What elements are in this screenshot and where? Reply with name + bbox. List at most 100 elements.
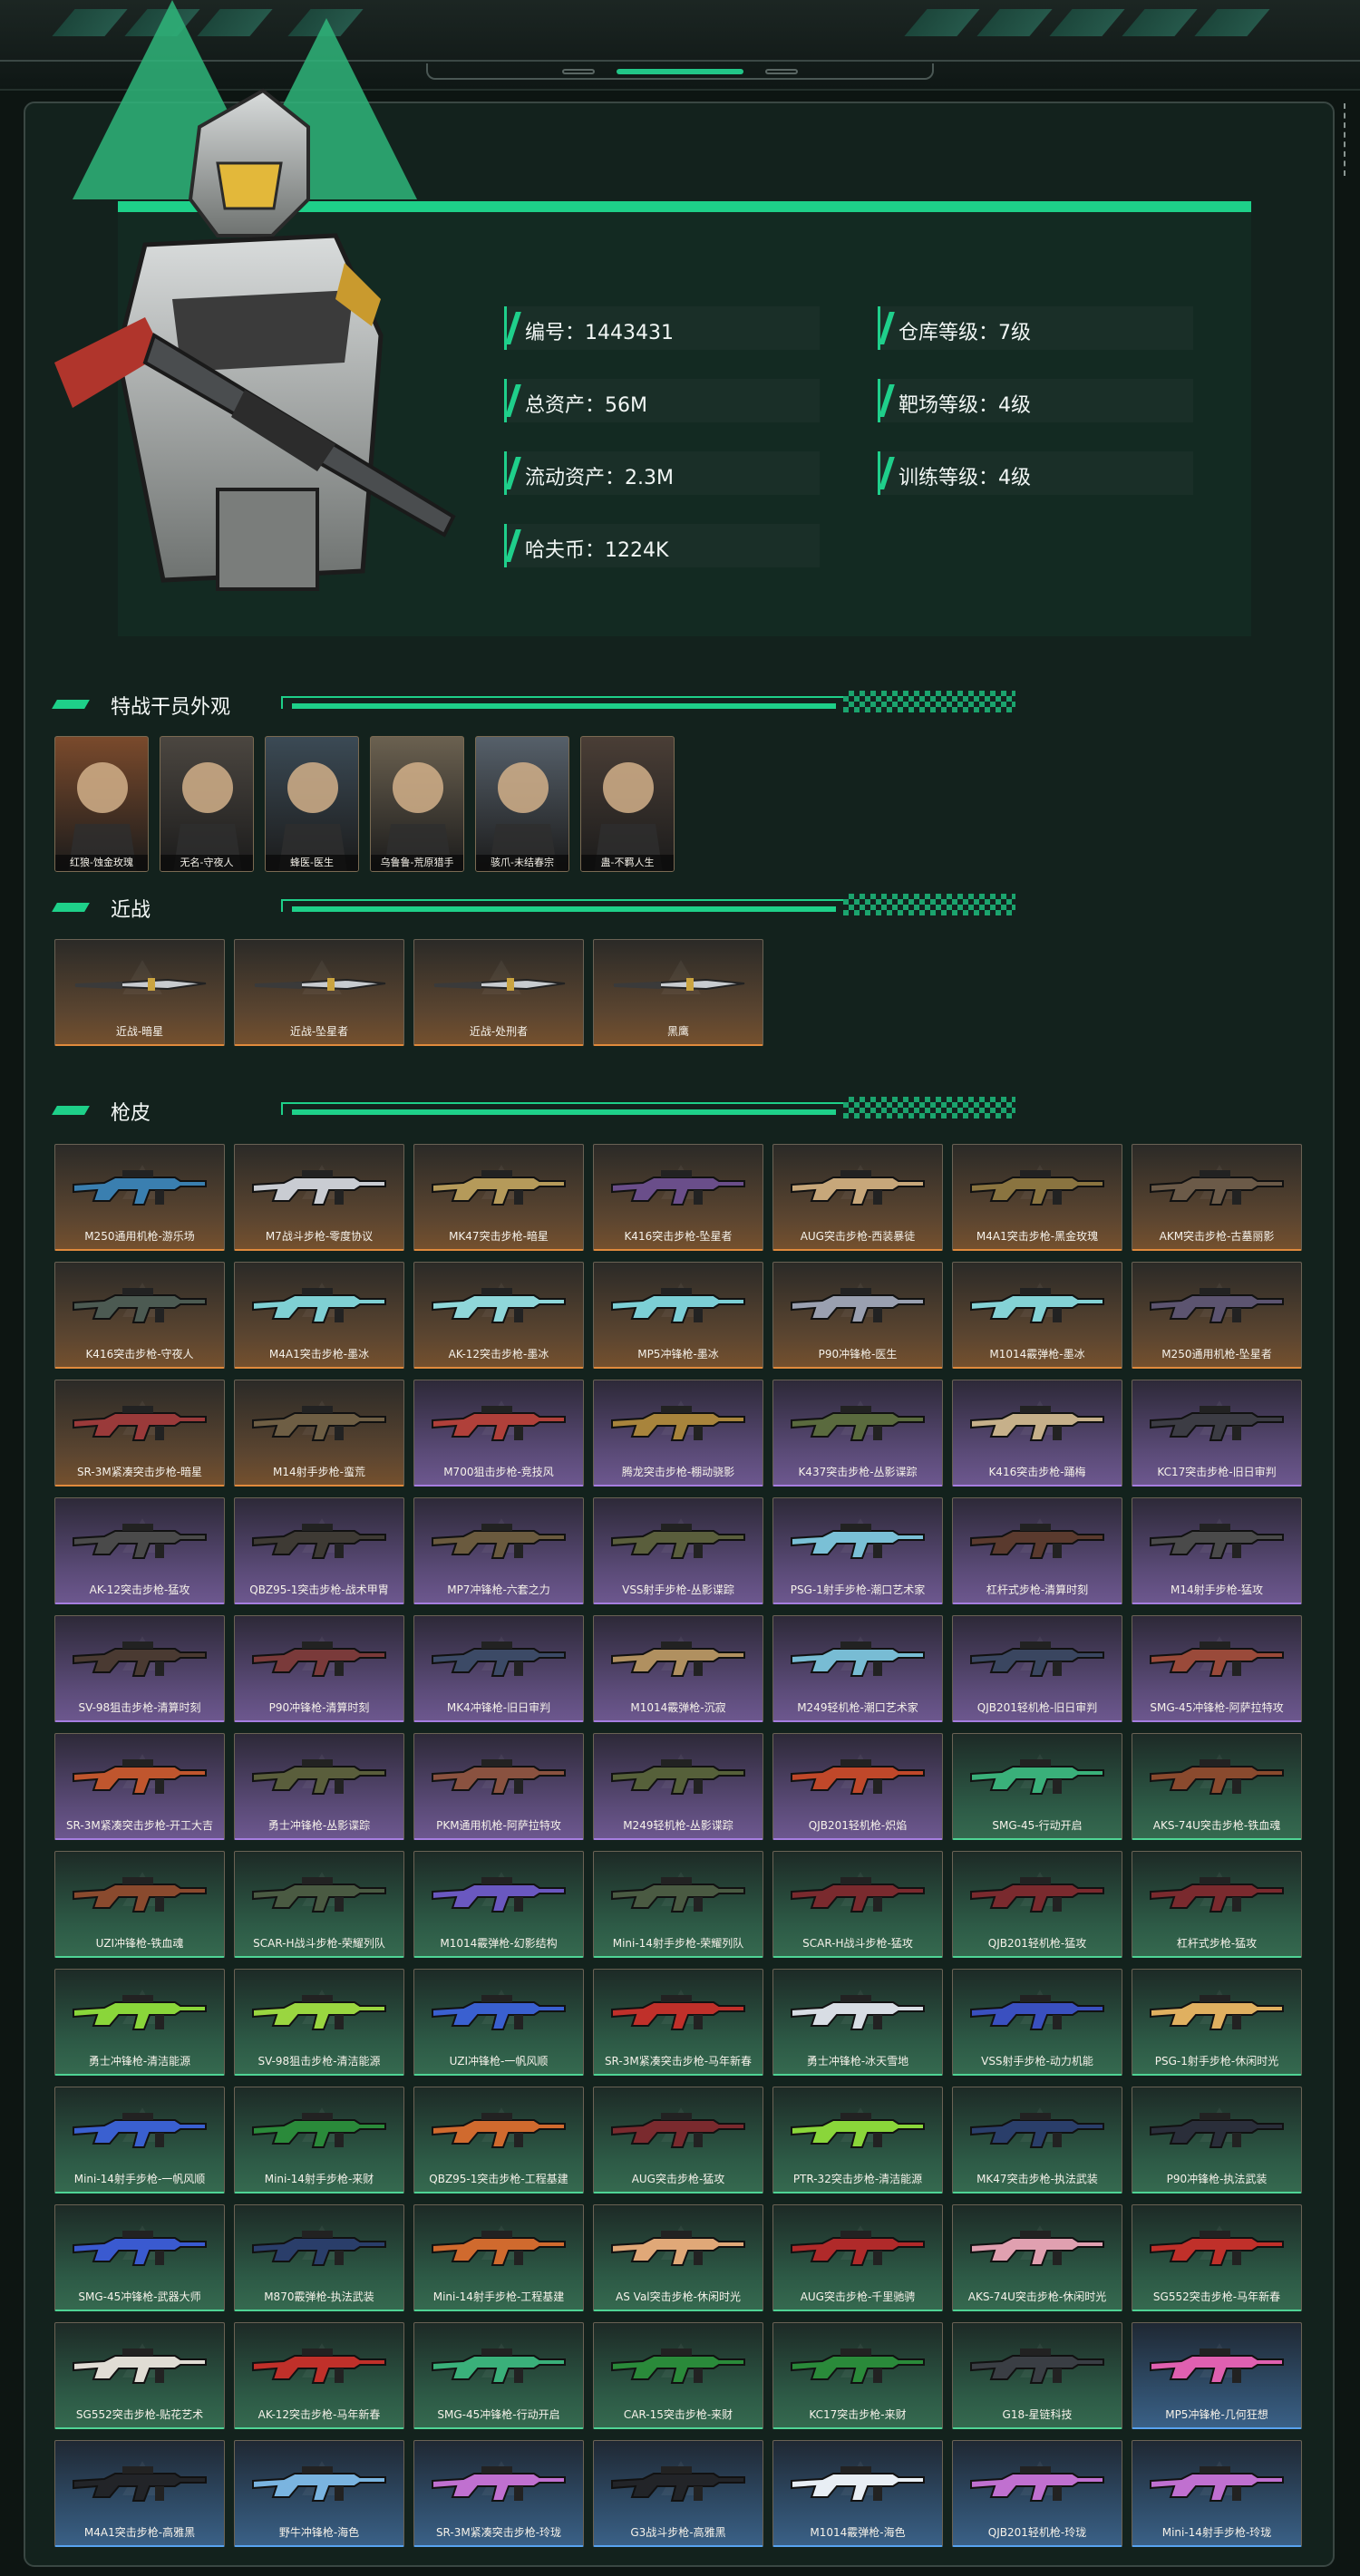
skin-card[interactable]: M249轻机枪-潮口艺术家 [772, 1615, 943, 1722]
skin-card[interactable]: AK-12突击步枪-马年新春 [234, 2322, 404, 2429]
skin-card[interactable]: Mini-14射手步枪-来财 [234, 2087, 404, 2193]
skin-card[interactable]: K416突击步枪-守夜人 [54, 1262, 225, 1369]
skin-card[interactable]: SCAR-H战斗步枪-荣耀列队 [234, 1851, 404, 1958]
skin-card[interactable]: M1014霰弹枪-沉寂 [593, 1615, 763, 1722]
skin-card[interactable]: 杠杆式步枪-清算时刻 [952, 1497, 1122, 1604]
skin-card[interactable]: KC17突击步枪-来财 [772, 2322, 943, 2429]
skin-card[interactable]: M1014霰弹枪-墨冰 [952, 1262, 1122, 1369]
skin-card[interactable]: 勇士冲锋枪-清洁能源 [54, 1969, 225, 2076]
scrollbar[interactable] [1344, 103, 1349, 176]
skin-card[interactable]: QJB201轻机枪-炽焰 [772, 1733, 943, 1840]
skin-card[interactable]: UZI冲锋枪-一帆风顺 [413, 1969, 584, 2076]
melee-card[interactable]: 近战-坠星者 [234, 939, 404, 1046]
skin-card[interactable]: MK4冲锋枪-旧日审判 [413, 1615, 584, 1722]
skin-card[interactable]: M4A1突击步枪-墨冰 [234, 1262, 404, 1369]
skin-card[interactable]: P90冲锋枪-医生 [772, 1262, 943, 1369]
skin-card[interactable]: QJB201轻机枪-旧日审判 [952, 1615, 1122, 1722]
skin-card[interactable]: M1014霰弹枪-海色 [772, 2440, 943, 2547]
skin-card[interactable]: K416突击步枪-坠星者 [593, 1144, 763, 1251]
skin-card[interactable]: AKM突击步枪-古墓丽影 [1132, 1144, 1302, 1251]
skin-card[interactable]: MK47突击步枪-执法武装 [952, 2087, 1122, 2193]
skin-card[interactable]: AKS-74U突击步枪-休闲时光 [952, 2204, 1122, 2311]
skin-card[interactable]: AUG突击步枪-千里驰骋 [772, 2204, 943, 2311]
skin-card[interactable]: UZI冲锋枪-铁血魂 [54, 1851, 225, 1958]
skin-card[interactable]: SMG-45冲锋枪-武器大师 [54, 2204, 225, 2311]
skin-card[interactable]: SMG-45冲锋枪-行动开启 [413, 2322, 584, 2429]
skin-card[interactable]: QBZ95-1突击步枪-战术甲胄 [234, 1497, 404, 1604]
skin-card[interactable]: 腾龙突击步枪-棚动骁影 [593, 1380, 763, 1487]
skin-card[interactable]: SG552突击步枪-马年新春 [1132, 2204, 1302, 2311]
skin-card[interactable]: SMG-45-行动开启 [952, 1733, 1122, 1840]
skin-card[interactable]: MP5冲锋枪-墨冰 [593, 1262, 763, 1369]
skin-card[interactable]: Mini-14射手步枪-工程基建 [413, 2204, 584, 2311]
skin-card[interactable]: SV-98狙击步枪-清算时刻 [54, 1615, 225, 1722]
skin-card[interactable]: K416突击步枪-踊梅 [952, 1380, 1122, 1487]
skin-card[interactable]: SMG-45冲锋枪-阿萨拉特攻 [1132, 1615, 1302, 1722]
skin-card[interactable]: 勇士冲锋枪-丛影谍踪 [234, 1733, 404, 1840]
operator-card[interactable]: 骇爪-未结春宗 [475, 736, 569, 872]
skin-card[interactable]: M14射手步枪-蛮荒 [234, 1380, 404, 1487]
knife-icon [433, 978, 566, 991]
operator-avatar [173, 762, 242, 871]
skin-card[interactable]: MP5冲锋枪-几何狂想 [1132, 2322, 1302, 2429]
operator-card[interactable]: 红狼-蚀金玫瑰 [54, 736, 149, 872]
skin-card[interactable]: AKS-74U突击步枪-铁血魂 [1132, 1733, 1302, 1840]
skin-card[interactable]: G18-星链科技 [952, 2322, 1122, 2429]
skin-card[interactable]: CAR-15突击步枪-来财 [593, 2322, 763, 2429]
skin-card[interactable]: 勇士冲锋枪-冰天雪地 [772, 1969, 943, 2076]
skin-card[interactable]: AUG突击步枪-猛攻 [593, 2087, 763, 2193]
skin-card[interactable]: PKM通用机枪-阿萨拉特攻 [413, 1733, 584, 1840]
skin-card[interactable]: M14射手步枪-猛攻 [1132, 1497, 1302, 1604]
weapon-icon [791, 2113, 925, 2148]
operator-name: 红狼-蚀金玫瑰 [55, 855, 148, 871]
skin-card[interactable]: M249轻机枪-丛影谍踪 [593, 1733, 763, 1840]
melee-card[interactable]: 黑鹰 [593, 939, 763, 1046]
skin-card[interactable]: Mini-14射手步枪-玲珑 [1132, 2440, 1302, 2547]
skin-card[interactable]: M4A1突击步枪-高雅黑 [54, 2440, 225, 2547]
skin-card[interactable]: MK47突击步枪-暗星 [413, 1144, 584, 1251]
skin-card[interactable]: AS Val突击步枪-休闲时光 [593, 2204, 763, 2311]
skin-card[interactable]: SR-3M紧凑突击步枪-马年新春 [593, 1969, 763, 2076]
weapon-icon [73, 1406, 207, 1441]
skin-card[interactable]: SCAR-H战斗步枪-猛攻 [772, 1851, 943, 1958]
skin-card[interactable]: VSS射手步枪-丛影谍踪 [593, 1497, 763, 1604]
skin-card[interactable]: M7战斗步枪-零度协议 [234, 1144, 404, 1251]
skin-card[interactable]: M700狙击步枪-竞技风 [413, 1380, 584, 1487]
skin-card[interactable]: MP7冲锋枪-六套之力 [413, 1497, 584, 1604]
skin-card[interactable]: QJB201轻机枪-玲珑 [952, 2440, 1122, 2547]
skin-card[interactable]: Mini-14射手步枪-荣耀列队 [593, 1851, 763, 1958]
skin-card[interactable]: M870霰弹枪-执法武装 [234, 2204, 404, 2311]
operator-card[interactable]: 乌鲁鲁-荒原猎手 [370, 736, 464, 872]
skin-card[interactable]: SG552突击步枪-贴花艺术 [54, 2322, 225, 2429]
skin-card[interactable]: M250通用机枪-坠星者 [1132, 1262, 1302, 1369]
skin-card[interactable]: M250通用机枪-游乐场 [54, 1144, 225, 1251]
skin-card[interactable]: 野牛冲锋枪-海色 [234, 2440, 404, 2547]
skin-card[interactable]: KC17突击步枪-旧日审判 [1132, 1380, 1302, 1487]
skin-card[interactable]: SR-3M紧凑突击步枪-暗星 [54, 1380, 225, 1487]
skin-card[interactable]: VSS射手步枪-动力机能 [952, 1969, 1122, 2076]
skin-card[interactable]: M1014霰弹枪-幻影结构 [413, 1851, 584, 1958]
skin-card[interactable]: AK-12突击步枪-猛攻 [54, 1497, 225, 1604]
skin-card[interactable]: QBZ95-1突击步枪-工程基建 [413, 2087, 584, 2193]
skin-card[interactable]: SV-98狙击步枪-清洁能源 [234, 1969, 404, 2076]
operator-card[interactable]: 无名-守夜人 [160, 736, 254, 872]
operator-card[interactable]: 蜂医-医生 [265, 736, 359, 872]
skin-card[interactable]: 杠杆式步枪-猛攻 [1132, 1851, 1302, 1958]
skin-card[interactable]: PTR-32突击步枪-清洁能源 [772, 2087, 943, 2193]
melee-card[interactable]: 近战-处刑者 [413, 939, 584, 1046]
skin-card[interactable]: K437突击步枪-丛影谍踪 [772, 1380, 943, 1487]
operator-card[interactable]: 蛊-不羁人生 [580, 736, 675, 872]
skin-card[interactable]: P90冲锋枪-清算时刻 [234, 1615, 404, 1722]
skin-card[interactable]: AK-12突击步枪-墨冰 [413, 1262, 584, 1369]
skin-card[interactable]: Mini-14射手步枪-一帆风顺 [54, 2087, 225, 2193]
skin-card[interactable]: PSG-1射手步枪-休闲时光 [1132, 1969, 1302, 2076]
skin-card[interactable]: SR-3M紧凑突击步枪-开工大吉 [54, 1733, 225, 1840]
melee-card[interactable]: 近战-暗星 [54, 939, 225, 1046]
skin-card[interactable]: PSG-1射手步枪-潮口艺术家 [772, 1497, 943, 1604]
skin-card[interactable]: AUG突击步枪-西装暴徒 [772, 1144, 943, 1251]
skin-card[interactable]: M4A1突击步枪-黑金玫瑰 [952, 1144, 1122, 1251]
skin-card[interactable]: QJB201轻机枪-猛攻 [952, 1851, 1122, 1958]
skin-card[interactable]: P90冲锋枪-执法武装 [1132, 2087, 1302, 2193]
skin-card[interactable]: SR-3M紧凑突击步枪-玲珑 [413, 2440, 584, 2547]
skin-card[interactable]: G3战斗步枪-高雅黑 [593, 2440, 763, 2547]
